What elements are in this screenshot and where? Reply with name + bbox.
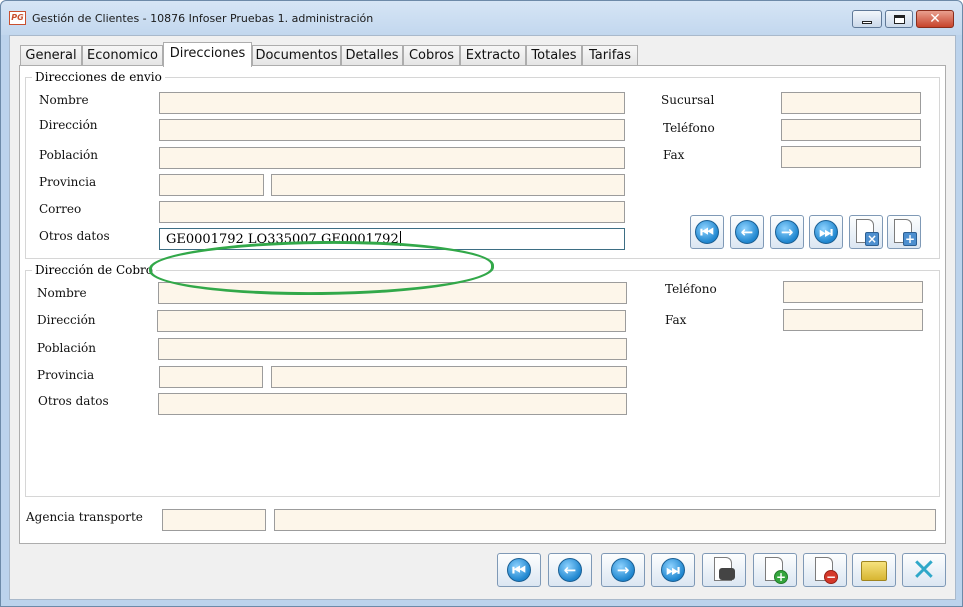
- tab-detalles[interactable]: Detalles: [341, 45, 403, 66]
- new-record-button[interactable]: +: [753, 553, 797, 587]
- agencia-label: Agencia transporte: [26, 510, 143, 524]
- next-record-icon: →: [611, 558, 635, 582]
- envio-telefono-label: Teléfono: [663, 121, 715, 135]
- cobro-nombre-label: Nombre: [37, 286, 87, 300]
- cobro-poblacion-label: Población: [37, 341, 96, 355]
- export-folder-icon: [861, 561, 887, 581]
- tab-documentos[interactable]: Documentos: [252, 45, 341, 66]
- app-window: PG Gestión de Clientes - 10876 Infoser P…: [0, 0, 963, 607]
- cobro-telefono-label: Teléfono: [665, 282, 717, 296]
- delete-document-icon: −: [815, 557, 838, 584]
- binoculars-search-icon: [714, 557, 735, 581]
- envio-correo-label: Correo: [39, 202, 82, 216]
- envio-direccion-label: Dirección: [39, 118, 98, 132]
- envio-correo-field[interactable]: [159, 201, 625, 223]
- close-x-icon: ✕: [929, 11, 941, 27]
- previous-record-icon: ←: [558, 558, 582, 582]
- previous-record-icon: ←: [735, 220, 759, 244]
- cobro-fax-field[interactable]: [783, 309, 923, 331]
- maximize-button[interactable]: [885, 10, 913, 28]
- window-title: Gestión de Clientes - 10876 Infoser Prue…: [32, 12, 374, 25]
- cobro-direccion-field[interactable]: [157, 310, 626, 332]
- cobro-otros-label: Otros datos: [38, 394, 109, 408]
- search-button[interactable]: [702, 553, 746, 587]
- envio-next-button[interactable]: →: [770, 215, 804, 249]
- last-record-icon: ⏭: [661, 558, 685, 582]
- tab-totales[interactable]: Totales: [526, 45, 582, 66]
- cobro-telefono-field[interactable]: [783, 281, 923, 303]
- last-record-icon: ⏭: [814, 220, 838, 244]
- envio-fax-field[interactable]: [781, 146, 921, 168]
- envio-fax-label: Fax: [663, 148, 685, 162]
- first-record-icon: ⏮: [507, 558, 531, 582]
- tab-economico[interactable]: Economico: [82, 45, 163, 66]
- agencia-code-field[interactable]: [162, 509, 266, 531]
- envio-poblacion-label: Población: [39, 148, 98, 162]
- envio-previous-button[interactable]: ←: [730, 215, 764, 249]
- previous-record-button[interactable]: ←: [548, 553, 592, 587]
- envio-telefono-field[interactable]: [781, 119, 921, 141]
- minimize-button[interactable]: [852, 10, 882, 28]
- envio-provincia-code-field[interactable]: [159, 174, 264, 196]
- new-document-icon: +: [765, 557, 788, 584]
- cobro-provincia-name-field[interactable]: [271, 366, 627, 388]
- cobro-group-title: Dirección de Cobro: [32, 263, 156, 277]
- envio-nombre-label: Nombre: [39, 93, 89, 107]
- close-form-button[interactable]: ✕: [902, 552, 946, 588]
- tab-tarifas[interactable]: Tarifas: [582, 45, 638, 66]
- tab-general[interactable]: General: [20, 45, 82, 66]
- cobro-fax-label: Fax: [665, 313, 687, 327]
- envio-sucursal-field[interactable]: [781, 92, 921, 114]
- tab-cobros[interactable]: Cobros: [403, 45, 460, 66]
- envio-last-button[interactable]: ⏭: [809, 215, 843, 249]
- first-record-icon: ⏮: [695, 220, 719, 244]
- envio-direccion-field[interactable]: [159, 119, 625, 141]
- cobro-poblacion-field[interactable]: [158, 338, 627, 360]
- last-record-button[interactable]: ⏭: [651, 553, 695, 587]
- envio-first-button[interactable]: ⏮: [690, 215, 724, 249]
- envio-delete-address-button[interactable]: ×: [849, 215, 883, 249]
- close-icon: ✕: [911, 552, 937, 588]
- envio-poblacion-field[interactable]: [159, 147, 625, 169]
- envio-group-title: Direcciones de envio: [32, 70, 165, 84]
- export-button[interactable]: [852, 553, 896, 587]
- first-record-button[interactable]: ⏮: [497, 553, 541, 587]
- envio-nombre-field[interactable]: [159, 92, 625, 114]
- agencia-name-field[interactable]: [274, 509, 936, 531]
- maximize-icon: [893, 14, 905, 24]
- client-area: General Economico Direcciones Documentos…: [9, 35, 956, 600]
- minimize-icon: [862, 20, 872, 24]
- cobro-provincia-label: Provincia: [37, 368, 95, 382]
- envio-otros-label: Otros datos: [39, 229, 110, 243]
- delete-address-icon: ×: [856, 219, 879, 246]
- cobro-direccion-label: Dirección: [37, 313, 96, 327]
- window-close-button[interactable]: ✕: [916, 10, 954, 28]
- envio-provincia-name-field[interactable]: [271, 174, 625, 196]
- direcciones-panel: Direcciones de envio Nombre Dirección Po…: [19, 65, 946, 544]
- envio-sucursal-label: Sucursal: [661, 93, 715, 107]
- next-record-button[interactable]: →: [601, 553, 645, 587]
- cobro-otros-field[interactable]: [158, 393, 627, 415]
- envio-provincia-label: Provincia: [39, 175, 97, 189]
- tab-direcciones[interactable]: Direcciones: [163, 42, 252, 67]
- next-record-icon: →: [775, 220, 799, 244]
- title-bar[interactable]: PG Gestión de Clientes - 10876 Infoser P…: [1, 1, 962, 35]
- app-logo-icon: PG: [9, 11, 26, 25]
- envio-add-address-button[interactable]: +: [887, 215, 921, 249]
- tab-extracto[interactable]: Extracto: [460, 45, 526, 66]
- cobro-provincia-code-field[interactable]: [159, 366, 263, 388]
- add-address-icon: +: [894, 219, 917, 246]
- delete-record-button[interactable]: −: [803, 553, 847, 587]
